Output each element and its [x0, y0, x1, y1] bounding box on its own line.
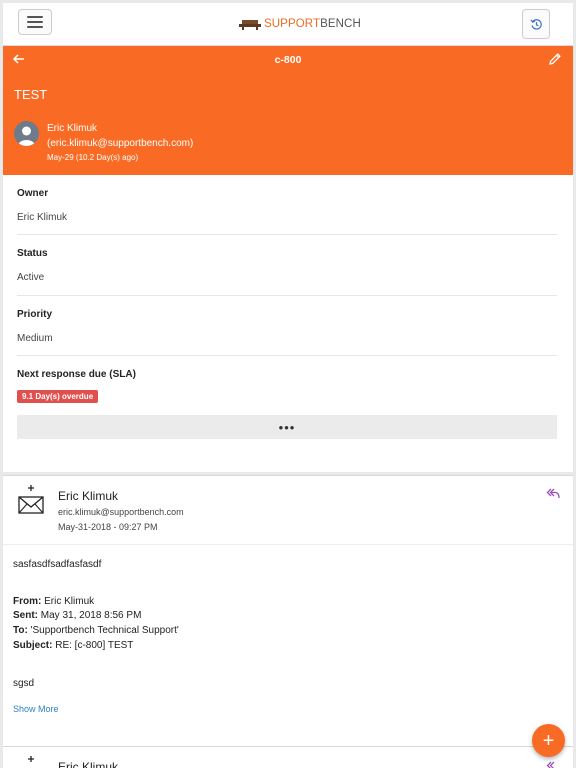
sla-label: Next response due (SLA): [17, 369, 136, 380]
sla-field: Next response due (SLA): [17, 369, 557, 380]
created-date: May-29 (10.2 Day(s) ago): [47, 153, 139, 162]
hamburger-icon: [27, 16, 43, 18]
envelope-plus-icon: [18, 485, 44, 514]
divider: [3, 544, 573, 545]
owner-value: Eric Klimuk: [17, 212, 68, 223]
status-label: Status: [17, 248, 48, 259]
divider: [17, 234, 557, 235]
avatar: [14, 121, 39, 146]
logo-text-bench: BENCH: [320, 18, 361, 30]
message-card: Eric Klimuk eric.klimuk@supportbench.com…: [3, 475, 573, 746]
ellipsis-icon: •••: [278, 419, 296, 435]
status-value: Active: [17, 272, 45, 283]
logo-text-support: SUPPORT: [264, 18, 321, 30]
bench-logo-icon: [239, 19, 261, 30]
history-button[interactable]: [522, 9, 550, 39]
sla-overdue-badge: 9.1 Day(s) overdue: [17, 390, 99, 403]
envelope-plus-icon: [28, 756, 34, 762]
reply-icon[interactable]: [546, 760, 560, 768]
show-more-link[interactable]: Show More: [13, 704, 59, 714]
message-sender: Eric Klimuk: [58, 489, 119, 503]
message-body-line: sgsd: [13, 678, 35, 689]
pencil-icon[interactable]: [548, 52, 562, 66]
logo: SUPPORTBENCH: [239, 15, 361, 33]
message-body-line: sasfasdfsadfasfasdf: [13, 559, 102, 570]
message-subject: Subject: RE: [c-800] TEST: [13, 640, 134, 651]
status-field[interactable]: Status Active: [17, 248, 557, 283]
ticket-title: TEST: [14, 87, 48, 102]
message-time: May-31-2018 - 09:27 PM: [58, 522, 158, 532]
message-sender-email: eric.klimuk@supportbench.com: [58, 507, 184, 517]
message-to: To: 'Supportbench Technical Support': [13, 625, 179, 636]
ticket-details: Owner Eric Klimuk Status Active Priority…: [3, 175, 573, 472]
message-sent: Sent: May 31, 2018 8:56 PM: [13, 610, 142, 621]
message-from: From: Eric Klimuk: [13, 596, 95, 607]
owner-label: Owner: [17, 188, 49, 199]
top-bar: SUPPORTBENCH: [3, 3, 573, 46]
ticket-id: c-800: [274, 54, 302, 66]
menu-button[interactable]: [18, 9, 52, 35]
requester-name: Eric Klimuk: [47, 123, 98, 134]
priority-field[interactable]: Priority Medium: [17, 309, 557, 344]
requester-email: (eric.klimuk@supportbench.com): [47, 138, 194, 149]
user-icon: [18, 126, 35, 146]
ticket-header: c-800 TEST Eric Klimuk (eric.klimuk@supp…: [3, 46, 573, 175]
priority-label: Priority: [17, 309, 53, 320]
priority-value: Medium: [17, 333, 53, 344]
divider: [17, 355, 557, 356]
history-icon: [529, 18, 542, 30]
divider: [17, 295, 557, 296]
owner-field[interactable]: Owner Eric Klimuk: [17, 188, 557, 223]
reply-icon[interactable]: [546, 487, 560, 499]
add-action-button[interactable]: +: [532, 724, 565, 757]
message-sender: Eric Klimuk: [58, 760, 119, 768]
plus-icon: +: [542, 729, 555, 752]
message-card: Eric Klimuk: [3, 746, 573, 768]
more-options-button[interactable]: •••: [17, 415, 557, 439]
